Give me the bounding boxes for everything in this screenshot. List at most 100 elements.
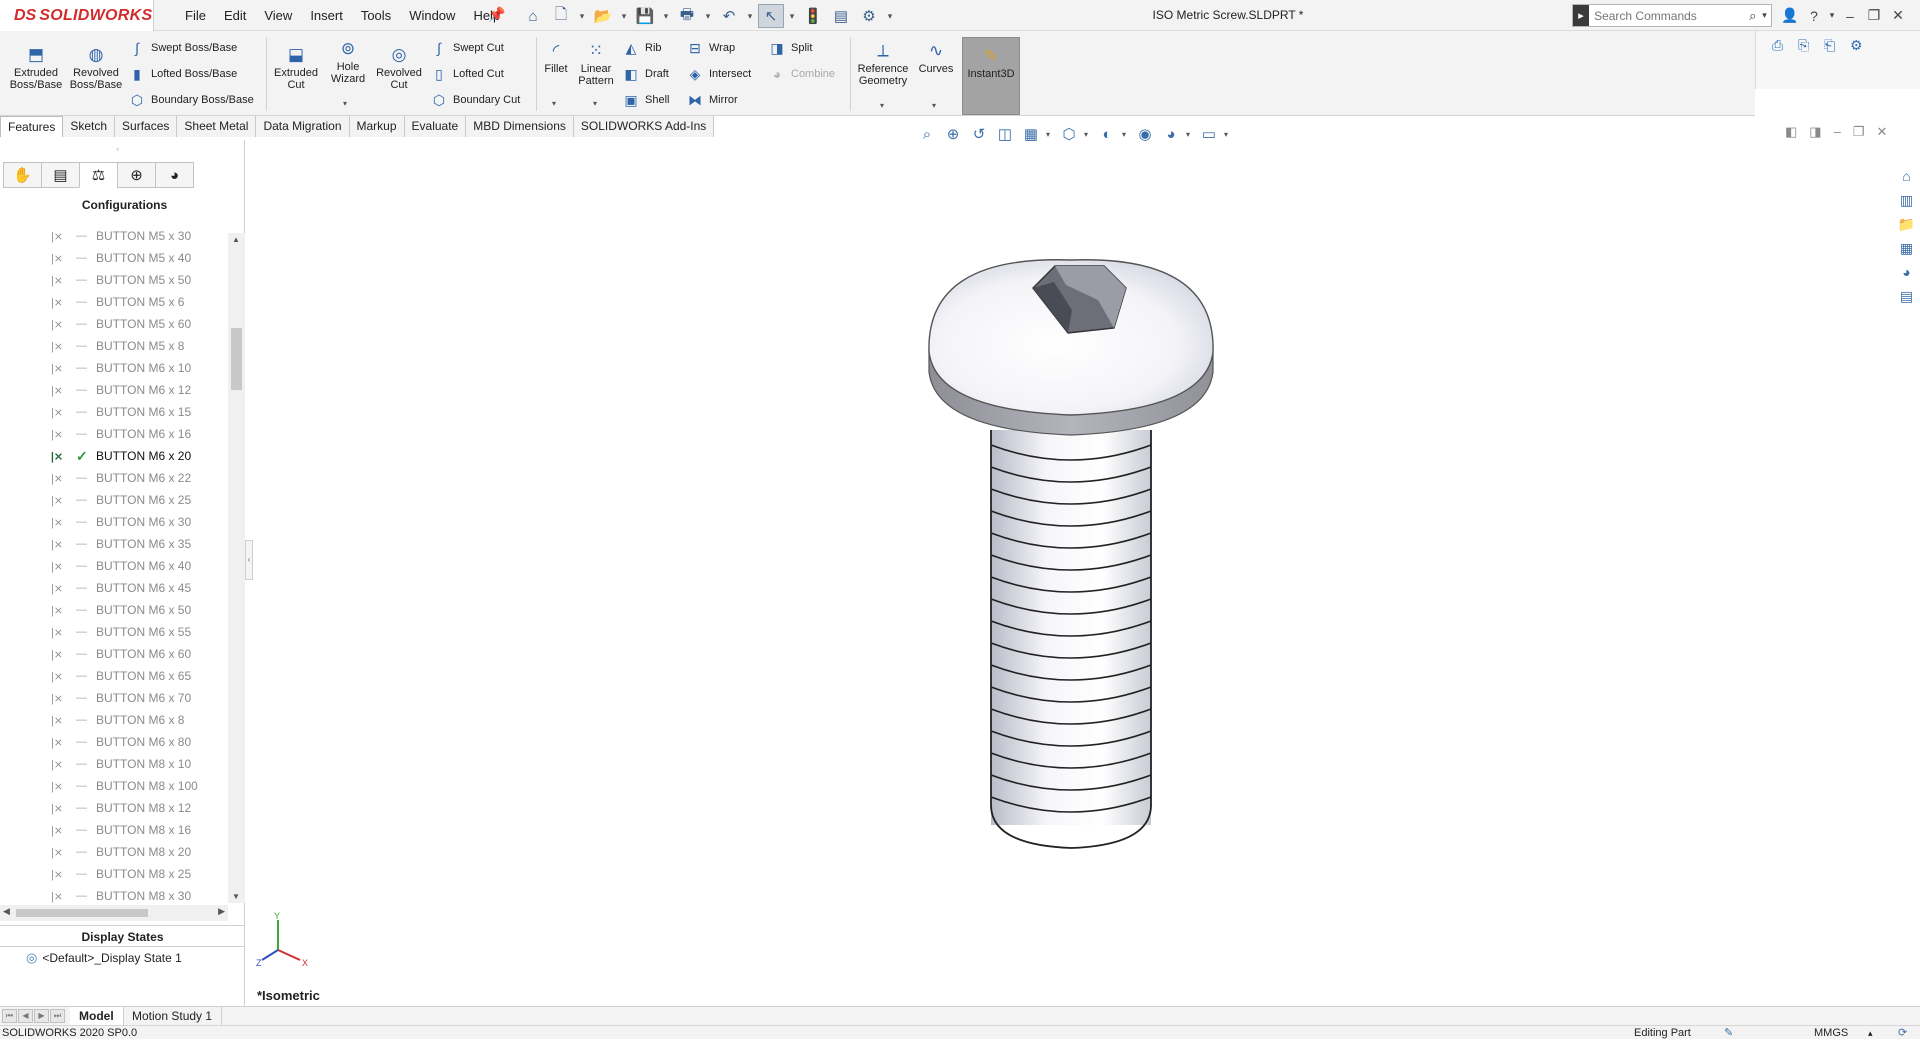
extruded-boss-button[interactable]: ⬒ Extruded Boss/Base	[8, 45, 64, 91]
scroll-right-icon[interactable]: ▶	[218, 906, 225, 917]
configuration-item[interactable]: |⨯ — BUTTON M5 x 50	[0, 269, 228, 291]
configuration-item[interactable]: |⨯ — BUTTON M8 x 30	[0, 885, 228, 907]
orientation-dropdown-icon[interactable]: ▾	[1084, 130, 1092, 139]
dimxpert-manager-tab-icon[interactable]: ⊕	[117, 162, 156, 188]
toolbar-option-icon[interactable]: ⎘	[1798, 37, 1809, 54]
reference-geometry-button[interactable]: ⟂ Reference Geometry	[854, 41, 912, 87]
restore-icon[interactable]: ❐	[1862, 7, 1886, 24]
configuration-item[interactable]: |⨯ — BUTTON M6 x 35	[0, 533, 228, 555]
configuration-item[interactable]: |⨯ — BUTTON M6 x 60	[0, 643, 228, 665]
intersect-button[interactable]: ◈ Intersect	[686, 63, 752, 85]
save-icon[interactable]: 💾	[632, 4, 658, 28]
lofted-boss-button[interactable]: ▮ Lofted Boss/Base	[128, 63, 237, 85]
configuration-item[interactable]: |⨯ — BUTTON M8 x 16	[0, 819, 228, 841]
print-icon[interactable]: 🖶	[674, 4, 700, 28]
search-input[interactable]	[1589, 8, 1750, 23]
configuration-item[interactable]: |⨯ ✓ BUTTON M6 x 20	[0, 445, 228, 467]
tab-sheet-metal[interactable]: Sheet Metal	[177, 116, 257, 137]
wrap-button[interactable]: ⊟ Wrap	[686, 37, 735, 59]
display-state-item[interactable]: ◎ <Default>_Display State 1	[26, 950, 182, 966]
viewport-prev-icon[interactable]: ◧	[1785, 124, 1797, 140]
rebuild-status-icon[interactable]: ✎	[1724, 1026, 1733, 1040]
rib-button[interactable]: ◭ Rib	[622, 37, 662, 59]
display-manager-tab-icon[interactable]: ◕	[155, 162, 194, 188]
menu-window[interactable]: Window	[400, 0, 464, 31]
horizontal-scrollbar[interactable]: ◀ ▶	[0, 905, 228, 921]
print-dropdown-icon[interactable]: ▾	[702, 4, 714, 28]
open-folder-icon[interactable]: 📂	[590, 4, 616, 28]
revolved-boss-button[interactable]: ◍ Revolved Boss/Base	[68, 45, 124, 91]
lofted-cut-button[interactable]: ▯ Lofted Cut	[430, 63, 504, 85]
select-pointer-icon[interactable]: ↖	[758, 4, 784, 28]
scroll-thumb[interactable]	[231, 328, 242, 390]
new-dropdown-icon[interactable]: ▾	[576, 4, 588, 28]
configuration-manager-tab-icon[interactable]: ⚖	[79, 162, 118, 188]
viewport-minimize-icon[interactable]: –	[1834, 124, 1841, 140]
tab-features[interactable]: Features	[0, 116, 64, 137]
configuration-item[interactable]: |⨯ — BUTTON M6 x 8	[0, 709, 228, 731]
first-tab-icon[interactable]: ⏮	[2, 1009, 17, 1023]
options-gear-icon[interactable]: ⚙	[856, 4, 882, 28]
configuration-item[interactable]: |⨯ — BUTTON M6 x 22	[0, 467, 228, 489]
pattern-dropdown-icon[interactable]: ▾	[593, 99, 597, 108]
configuration-item[interactable]: |⨯ — BUTTON M5 x 60	[0, 313, 228, 335]
next-tab-icon[interactable]: ▶	[34, 1009, 49, 1023]
configuration-item[interactable]: |⨯ — BUTTON M6 x 65	[0, 665, 228, 687]
tab-mbd-dimensions[interactable]: MBD Dimensions	[466, 116, 574, 137]
reference-geometry-dropdown-icon[interactable]: ▾	[880, 101, 884, 110]
appearance-dropdown-icon[interactable]: ▾	[1186, 130, 1194, 139]
pin-menu-icon[interactable]: 📌	[488, 6, 505, 23]
swept-boss-button[interactable]: ∫ Swept Boss/Base	[128, 37, 237, 59]
scroll-up-icon[interactable]: ▲	[232, 235, 240, 244]
tab-evaluate[interactable]: Evaluate	[404, 116, 467, 137]
draft-button[interactable]: ◧ Draft	[622, 63, 668, 85]
extruded-cut-button[interactable]: ⬓ Extruded Cut	[270, 45, 322, 91]
configuration-item[interactable]: |⨯ — BUTTON M8 x 20	[0, 841, 228, 863]
menu-edit[interactable]: Edit	[215, 0, 255, 31]
fillet-button[interactable]: ◜ Fillet	[540, 41, 572, 75]
tab-motion-study-1[interactable]: Motion Study 1	[123, 1007, 223, 1026]
curves-button[interactable]: ∿ Curves	[914, 41, 958, 75]
file-explorer-icon[interactable]: 📁	[1893, 216, 1920, 240]
viewport-restore-icon[interactable]: ❐	[1853, 124, 1865, 140]
view-dropdown-icon[interactable]: ▾	[1046, 130, 1054, 139]
help-icon[interactable]: ?	[1802, 8, 1826, 24]
configuration-item[interactable]: |⨯ — BUTTON M6 x 40	[0, 555, 228, 577]
user-icon[interactable]: 👤	[1778, 7, 1802, 24]
configuration-item[interactable]: |⨯ — BUTTON M6 x 16	[0, 423, 228, 445]
hole-wizard-dropdown-icon[interactable]: ▾	[343, 99, 347, 108]
toolbar-option-icon[interactable]: ⎗	[1824, 37, 1835, 54]
search-commands[interactable]: ▸ ⌕ ▾	[1572, 4, 1772, 27]
linear-pattern-button[interactable]: ⁙ Linear Pattern	[574, 41, 618, 87]
configuration-item[interactable]: |⨯ — BUTTON M6 x 70	[0, 687, 228, 709]
hole-wizard-button[interactable]: ⊚ Hole Wizard	[324, 39, 372, 85]
instant3d-button[interactable]: ✎ Instant3D	[962, 37, 1020, 115]
last-tab-icon[interactable]: ⏭	[50, 1009, 65, 1023]
shell-button[interactable]: ▣ Shell	[622, 89, 669, 111]
view-settings-dropdown-icon[interactable]: ▾	[1224, 130, 1232, 139]
configuration-item[interactable]: |⨯ — BUTTON M8 x 25	[0, 863, 228, 885]
configuration-item[interactable]: |⨯ — BUTTON M6 x 50	[0, 599, 228, 621]
scroll-thumb[interactable]	[16, 909, 148, 917]
revolved-cut-button[interactable]: ◎ Revolved Cut	[374, 45, 424, 91]
fillet-dropdown-icon[interactable]: ▾	[552, 99, 556, 108]
panel-grip-icon[interactable]: ◦	[116, 144, 119, 154]
screw-model[interactable]	[246, 140, 1894, 1006]
save-dropdown-icon[interactable]: ▾	[660, 4, 672, 28]
tab-sketch[interactable]: Sketch	[63, 116, 116, 137]
solidworks-logo[interactable]: DS SOLIDWORKS	[0, 0, 154, 31]
home-icon[interactable]: ⌂	[520, 4, 546, 28]
configuration-item[interactable]: |⨯ — BUTTON M5 x 30	[0, 225, 228, 247]
property-manager-tab-icon[interactable]: ▤	[41, 162, 80, 188]
display-style-dropdown-icon[interactable]: ▾	[1122, 130, 1130, 139]
solidworks-resources-home-icon[interactable]: ⌂	[1893, 168, 1920, 192]
configuration-item[interactable]: |⨯ — BUTTON M6 x 12	[0, 379, 228, 401]
prev-tab-icon[interactable]: ◀	[18, 1009, 33, 1023]
tab-solidworks-add-ins[interactable]: SOLIDWORKS Add-Ins	[573, 116, 715, 137]
split-button[interactable]: ◨ Split	[768, 37, 812, 59]
options-dropdown-icon[interactable]: ▾	[884, 4, 896, 28]
configuration-item[interactable]: |⨯ — BUTTON M5 x 8	[0, 335, 228, 357]
configuration-item[interactable]: |⨯ — BUTTON M5 x 6	[0, 291, 228, 313]
swept-cut-button[interactable]: ∫ Swept Cut	[430, 37, 504, 59]
graphics-area[interactable]	[246, 140, 1894, 1006]
